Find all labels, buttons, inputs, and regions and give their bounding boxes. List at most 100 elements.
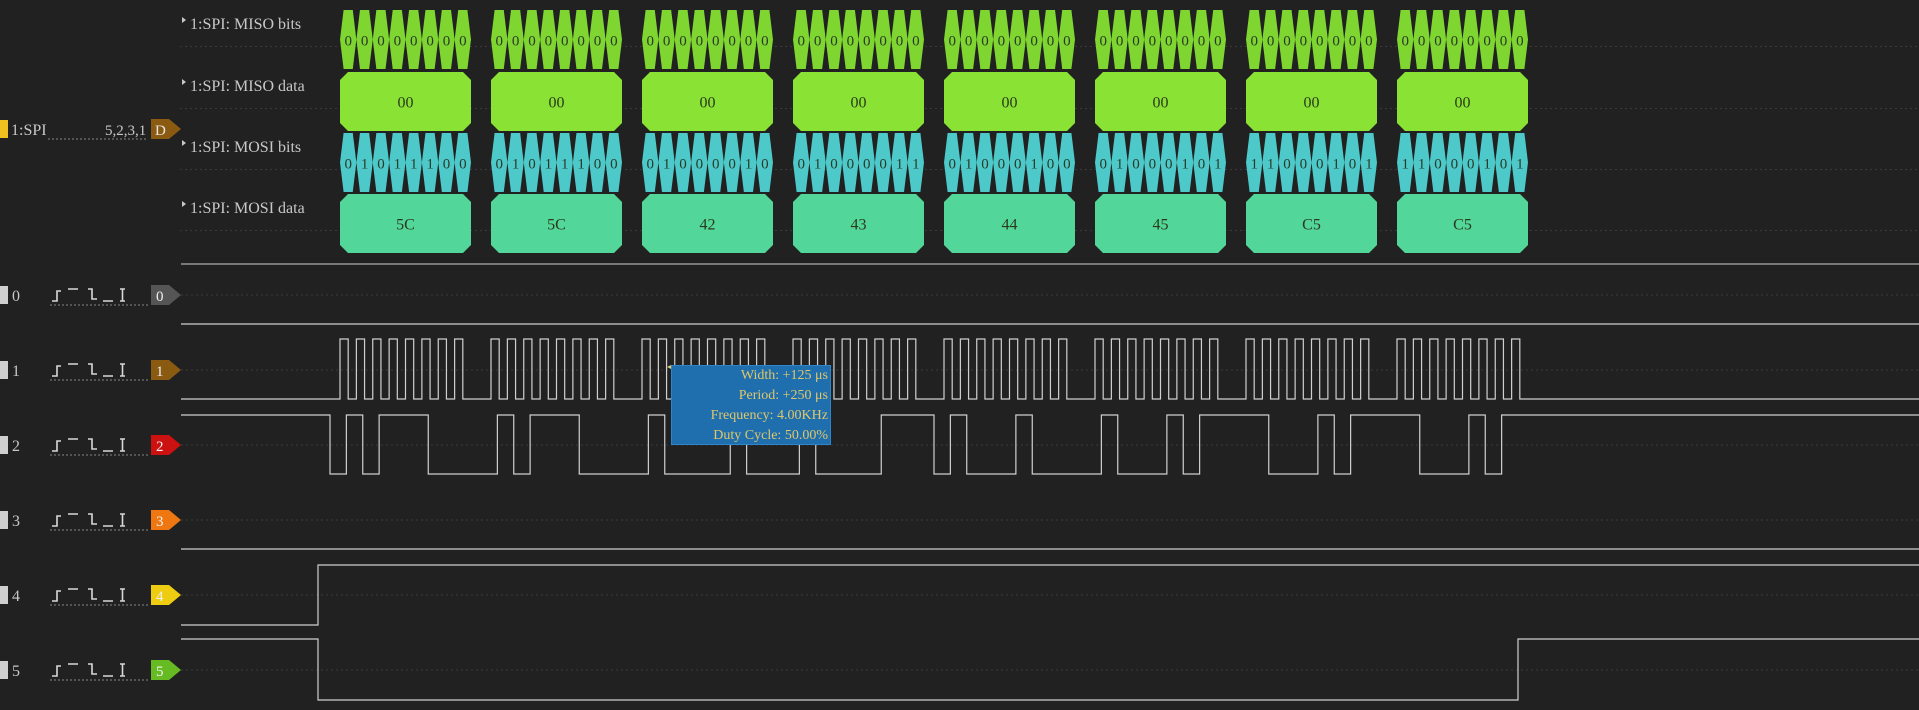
bit-value: 0 bbox=[663, 34, 671, 50]
bit-value: 0 bbox=[1516, 34, 1524, 50]
bit-value: 0 bbox=[712, 157, 720, 173]
bit-value: 0 bbox=[495, 157, 503, 173]
frame-data[interactable]: 42 bbox=[642, 194, 773, 253]
bit-value: 1 bbox=[1214, 157, 1222, 173]
trigger-options-icon[interactable] bbox=[52, 288, 125, 302]
bit-value: 0 bbox=[896, 34, 904, 50]
channel-color-tag[interactable] bbox=[0, 661, 8, 679]
channel-color-tag[interactable] bbox=[0, 286, 8, 304]
bit-value: 0 bbox=[1099, 157, 1107, 173]
bit-value: 0 bbox=[679, 34, 687, 50]
expand-arrow-icon[interactable] bbox=[182, 140, 186, 146]
bit-value: 0 bbox=[761, 34, 769, 50]
bit-value: 1 bbox=[745, 157, 753, 173]
bit-value: 0 bbox=[528, 34, 536, 50]
data-frame-value: 5C bbox=[547, 217, 566, 234]
frame-data[interactable]: 00 bbox=[1246, 72, 1377, 131]
bit-value: 0 bbox=[594, 157, 602, 173]
bit-value: 0 bbox=[410, 34, 418, 50]
measurement-tooltip: Width: +125 μs Period: +250 μs Frequency… bbox=[671, 365, 831, 445]
data-frame-value: 00 bbox=[1304, 95, 1320, 112]
channel-color-tag[interactable] bbox=[0, 511, 8, 529]
bit-value: 0 bbox=[1365, 34, 1373, 50]
bit-value: 0 bbox=[1116, 34, 1124, 50]
frame-data[interactable]: C5 bbox=[1397, 194, 1528, 253]
bit-value: 1 bbox=[1181, 157, 1189, 173]
frame-data[interactable]: 45 bbox=[1095, 194, 1226, 253]
bit-value: 1 bbox=[1401, 157, 1409, 173]
frame-data[interactable]: 00 bbox=[1397, 72, 1528, 131]
measurement-width: Width: +125 μs bbox=[740, 368, 828, 383]
channel-color-tag[interactable] bbox=[0, 361, 8, 379]
bit-value: 0 bbox=[879, 157, 887, 173]
bit-value: 0 bbox=[1165, 157, 1173, 173]
trigger-options-icon[interactable] bbox=[52, 588, 125, 602]
bit-value: 0 bbox=[1267, 34, 1275, 50]
bit-value: 0 bbox=[847, 34, 855, 50]
bit-value: 0 bbox=[1063, 34, 1071, 50]
bit-value: 0 bbox=[394, 34, 402, 50]
bit-value: 0 bbox=[797, 34, 805, 50]
channel-color-tag[interactable] bbox=[0, 436, 8, 454]
bit-value: 0 bbox=[1418, 34, 1426, 50]
bit-value: 0 bbox=[1451, 157, 1459, 173]
bit-value: 0 bbox=[577, 34, 585, 50]
bit-value: 0 bbox=[528, 157, 536, 173]
decoder-color-tag[interactable] bbox=[0, 120, 8, 138]
bit-value: 0 bbox=[1451, 34, 1459, 50]
bit-value: 0 bbox=[443, 34, 451, 50]
frame-data[interactable]: 00 bbox=[491, 72, 622, 131]
bit-value: 0 bbox=[761, 157, 769, 173]
trigger-options-icon[interactable] bbox=[52, 513, 125, 527]
expand-arrow-icon[interactable] bbox=[182, 201, 186, 207]
bit-value: 0 bbox=[912, 34, 920, 50]
channel-color-tag[interactable] bbox=[0, 586, 8, 604]
bit-value: 0 bbox=[1047, 34, 1055, 50]
frame-bits[interactable]: 0000000000000000 bbox=[0, 0, 471, 69]
bit-value: 1 bbox=[512, 157, 520, 173]
frame-data[interactable]: 00 bbox=[642, 72, 773, 131]
data-frame-value: 00 bbox=[398, 95, 414, 112]
bit-value: 0 bbox=[1099, 34, 1107, 50]
bit-value: 0 bbox=[712, 34, 720, 50]
bit-value: 0 bbox=[512, 34, 520, 50]
data-frame-value: 5C bbox=[396, 217, 415, 234]
data-frame-value: 44 bbox=[1002, 217, 1018, 234]
bit-value: 0 bbox=[679, 157, 687, 173]
bit-value: 0 bbox=[879, 34, 887, 50]
bit-value: 0 bbox=[1300, 157, 1308, 173]
bit-value: 0 bbox=[814, 34, 822, 50]
channel-badge-label: 4 bbox=[156, 589, 164, 605]
bit-value: 1 bbox=[965, 157, 973, 173]
bit-value: 0 bbox=[1434, 34, 1442, 50]
frame-data[interactable]: 5C bbox=[340, 194, 471, 253]
bit-value: 0 bbox=[1047, 157, 1055, 173]
frame-data[interactable]: C5 bbox=[1246, 194, 1377, 253]
trigger-options-icon[interactable] bbox=[52, 663, 125, 677]
frame-data[interactable]: 5C bbox=[491, 194, 622, 253]
frame-data[interactable]: 44 bbox=[944, 194, 1075, 253]
bit-value: 0 bbox=[981, 34, 989, 50]
bit-value: 0 bbox=[998, 34, 1006, 50]
bit-value: 0 bbox=[594, 34, 602, 50]
bit-value: 0 bbox=[1250, 34, 1258, 50]
expand-arrow-icon[interactable] bbox=[182, 79, 186, 85]
frame-data[interactable]: 43 bbox=[793, 194, 924, 253]
waveform-view[interactable]: 1:SPI 5,2,3,1 D1:SPI: MISO bits0 0 0 0 0 0 0 0 0 0 0… bbox=[0, 0, 1919, 710]
frame-data[interactable]: 00 bbox=[944, 72, 1075, 131]
measurement-period: Period: +250 μs bbox=[738, 388, 828, 403]
bit-value: 0 bbox=[1165, 34, 1173, 50]
bit-value: 0 bbox=[948, 157, 956, 173]
bit-value: 0 bbox=[1198, 157, 1206, 173]
trigger-options-icon[interactable] bbox=[52, 363, 125, 377]
frame-data[interactable]: 00 bbox=[793, 72, 924, 131]
frame-data[interactable]: 00 bbox=[340, 72, 471, 131]
trigger-options-icon[interactable] bbox=[52, 438, 125, 452]
data-frame-value: 42 bbox=[700, 217, 716, 234]
frame-bits[interactable]: 0000000000000000 bbox=[0, 0, 622, 69]
decoder-name: 1:SPI bbox=[11, 122, 47, 139]
frame-data[interactable]: 00 bbox=[1095, 72, 1226, 131]
bit-value: 0 bbox=[1316, 34, 1324, 50]
expand-arrow-icon[interactable] bbox=[182, 17, 186, 23]
bit-value: 0 bbox=[1014, 157, 1022, 173]
